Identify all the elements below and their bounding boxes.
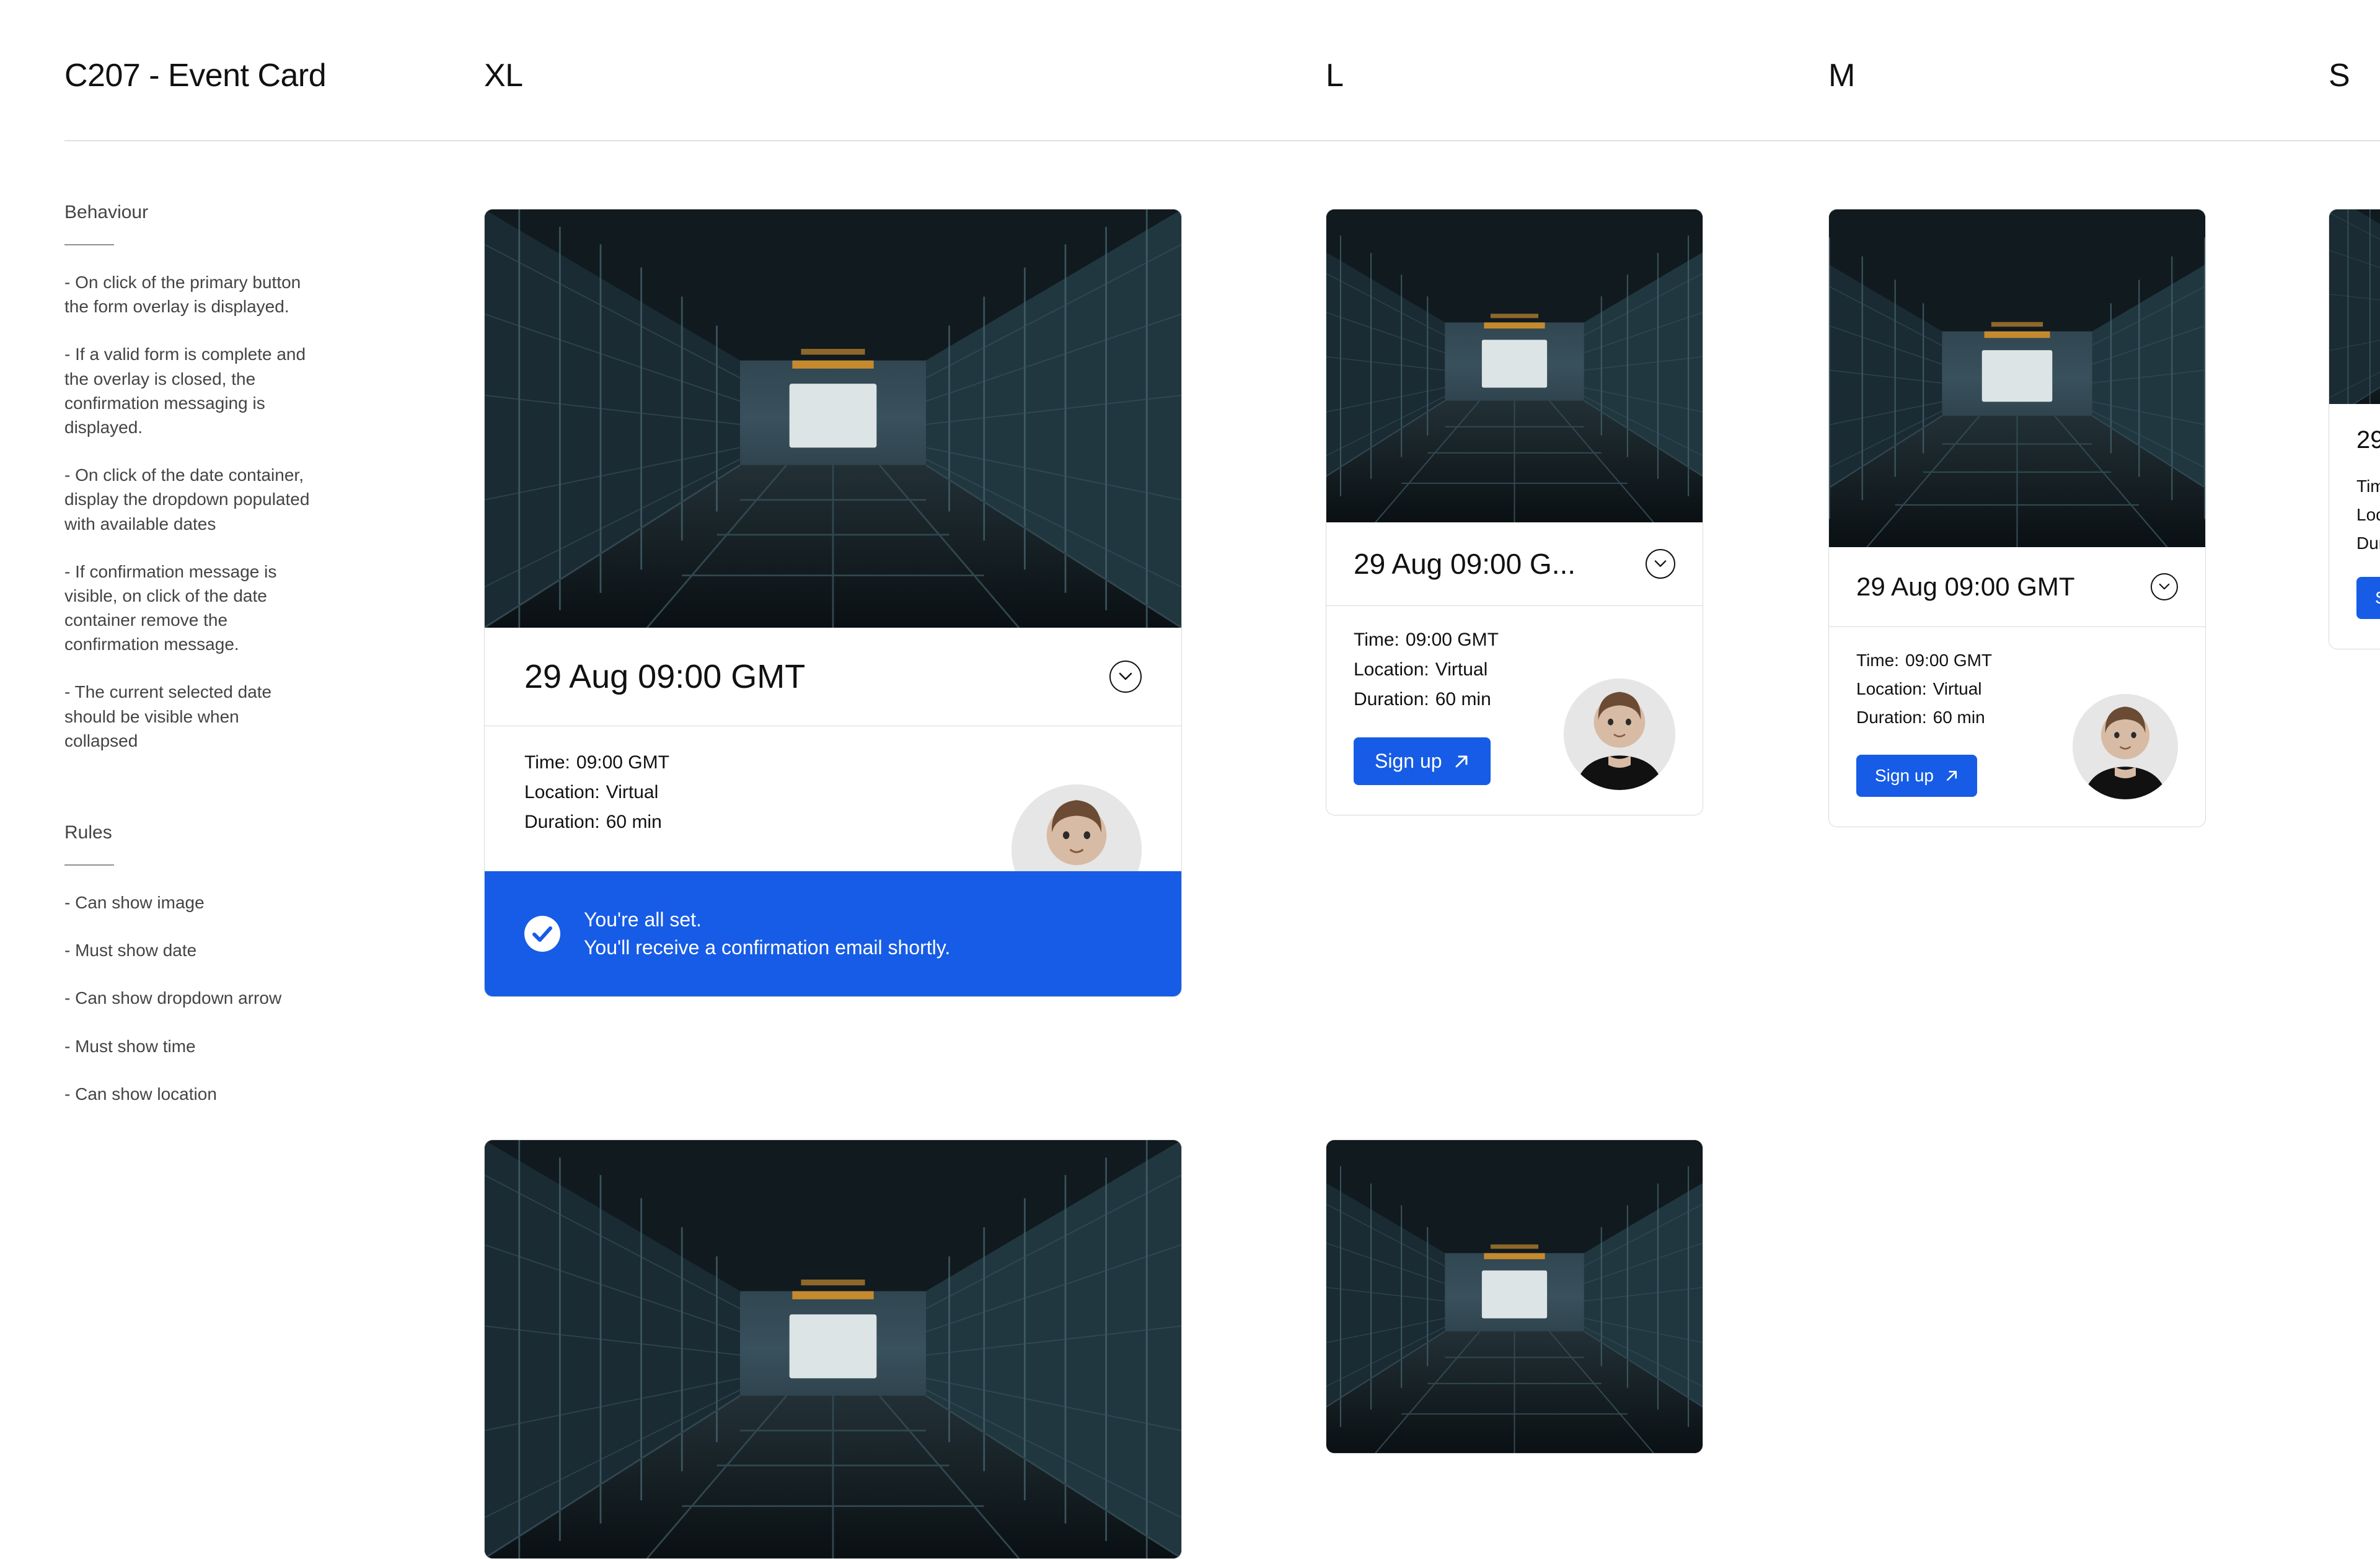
- size-label-m: M: [1828, 57, 1855, 94]
- size-label-xl: XL: [484, 57, 523, 94]
- size-label-l: L: [1326, 57, 1343, 94]
- event-details: Time: 09:00 GMT Location: Virtual Duration…: [485, 726, 1181, 871]
- time-label: Time:: [524, 752, 570, 773]
- rules-item: - Must show date: [64, 938, 312, 962]
- confirmation-line-2: You'll receive a confirmation email shor…: [584, 934, 950, 962]
- duration-value: 60 min: [1435, 689, 1491, 709]
- rules-item: - Can show dropdown arrow: [64, 986, 312, 1010]
- behaviour-item: - On click of the primary button the for…: [64, 270, 312, 318]
- confirmation-banner: You're all set. You'll receive a confirm…: [485, 871, 1181, 996]
- duration-label: Duration:: [1354, 689, 1429, 709]
- location-value: Virtual: [1933, 679, 1982, 698]
- rules-item: - Can show location: [64, 1082, 312, 1106]
- signup-button[interactable]: Sign up: [1354, 737, 1491, 785]
- signup-button[interactable]: Sig: [2356, 577, 2380, 619]
- date-dropdown[interactable]: 29 Aug 09:00 G...: [1326, 522, 1703, 606]
- location-label: Location:: [1856, 679, 1927, 698]
- rules-item: - Can show image: [64, 890, 312, 915]
- signup-button[interactable]: Sign up: [1856, 755, 1977, 797]
- time-label: Time:: [1354, 630, 1399, 650]
- speaker-avatar: [1564, 678, 1675, 790]
- date-dropdown[interactable]: 29 A: [2329, 404, 2380, 476]
- time-value: 09:00 GMT: [576, 752, 669, 773]
- duration-label: Durati: [2356, 534, 2380, 553]
- event-hero-image: [1326, 1140, 1703, 1453]
- event-card-l: 29 Aug 09:00 G... Time: 09:00 GMT Locatio…: [1326, 209, 1703, 815]
- heading-separator: [64, 244, 114, 245]
- event-card-xl: [484, 1140, 1182, 1559]
- behaviour-item: - On click of the date container, displa…: [64, 463, 312, 536]
- time-value: 09:00 GMT: [1406, 630, 1499, 650]
- chevron-down-icon[interactable]: [2151, 573, 2178, 600]
- event-card-s: 29 A Time: Locati Durati Sig: [2329, 209, 2380, 649]
- chevron-down-icon[interactable]: [1646, 549, 1675, 579]
- rules-item: - Must show time: [64, 1034, 312, 1058]
- signup-label: Sign up: [1375, 750, 1442, 773]
- page-title: C207 - Event Card: [64, 57, 326, 94]
- rules-heading: Rules: [64, 820, 312, 846]
- event-details: Time: Locati Durati Sig: [2329, 476, 2380, 649]
- check-circle-icon: [524, 916, 560, 952]
- location-label: Locati: [2356, 505, 2380, 524]
- time-label: Time:: [1856, 651, 1899, 670]
- speaker-avatar: [2073, 694, 2178, 799]
- duration-label: Duration:: [524, 812, 600, 832]
- event-details: Time: 09:00 GMT Location: Virtual Duration…: [1326, 606, 1703, 815]
- event-hero-image: [485, 209, 1181, 628]
- event-card-xl: 29 Aug 09:00 GMT Time: 09:00 GMT Location…: [484, 209, 1182, 997]
- behaviour-item: - The current selected date should be vi…: [64, 680, 312, 753]
- date-dropdown[interactable]: 29 Aug 09:00 GMT: [485, 628, 1181, 726]
- location-value: Virtual: [1435, 659, 1488, 680]
- selected-date: 29 Aug 09:00 GMT: [1856, 572, 2075, 602]
- duration-label: Duration:: [1856, 708, 1927, 727]
- event-card-m: 29 Aug 09:00 GMT Time: 09:00 GMT Location…: [1828, 209, 2206, 827]
- behaviour-heading: Behaviour: [64, 200, 312, 226]
- location-label: Location:: [1354, 659, 1429, 680]
- behaviour-item: - If confirmation message is visible, on…: [64, 560, 312, 657]
- date-dropdown[interactable]: 29 Aug 09:00 GMT: [1829, 547, 2205, 627]
- behaviour-item: - If a valid form is complete and the ov…: [64, 342, 312, 439]
- time-value: 09:00 GMT: [1905, 651, 1992, 670]
- selected-date: 29 A: [2356, 426, 2380, 454]
- event-hero-image: [1829, 209, 2205, 547]
- duration-value: 60 min: [606, 812, 662, 832]
- confirmation-line-1: You're all set.: [584, 906, 950, 934]
- signup-label: Sig: [2375, 588, 2380, 608]
- chevron-down-icon[interactable]: [1109, 661, 1142, 693]
- duration-value: 60 min: [1933, 708, 1985, 727]
- size-label-s: S: [2329, 57, 2350, 94]
- event-hero-image: [485, 1140, 1181, 1558]
- header-rule: [64, 140, 2380, 141]
- time-label: Time:: [2356, 476, 2380, 496]
- heading-separator: [64, 864, 114, 866]
- selected-date: 29 Aug 09:00 G...: [1354, 547, 1576, 581]
- event-hero-image: [1326, 209, 1703, 522]
- arrow-icon: [1945, 769, 1959, 783]
- signup-label: Sign up: [1875, 766, 1934, 786]
- event-card-l: [1326, 1140, 1703, 1454]
- event-hero-image: [2329, 209, 2380, 404]
- event-details: Time: 09:00 GMT Location: Virtual Duration…: [1829, 627, 2205, 827]
- selected-date: 29 Aug 09:00 GMT: [524, 657, 805, 696]
- arrow-icon: [1453, 753, 1470, 770]
- location-label: Location:: [524, 782, 600, 802]
- location-value: Virtual: [606, 782, 659, 802]
- spec-sidebar: Behaviour - On click of the primary butt…: [64, 200, 312, 1130]
